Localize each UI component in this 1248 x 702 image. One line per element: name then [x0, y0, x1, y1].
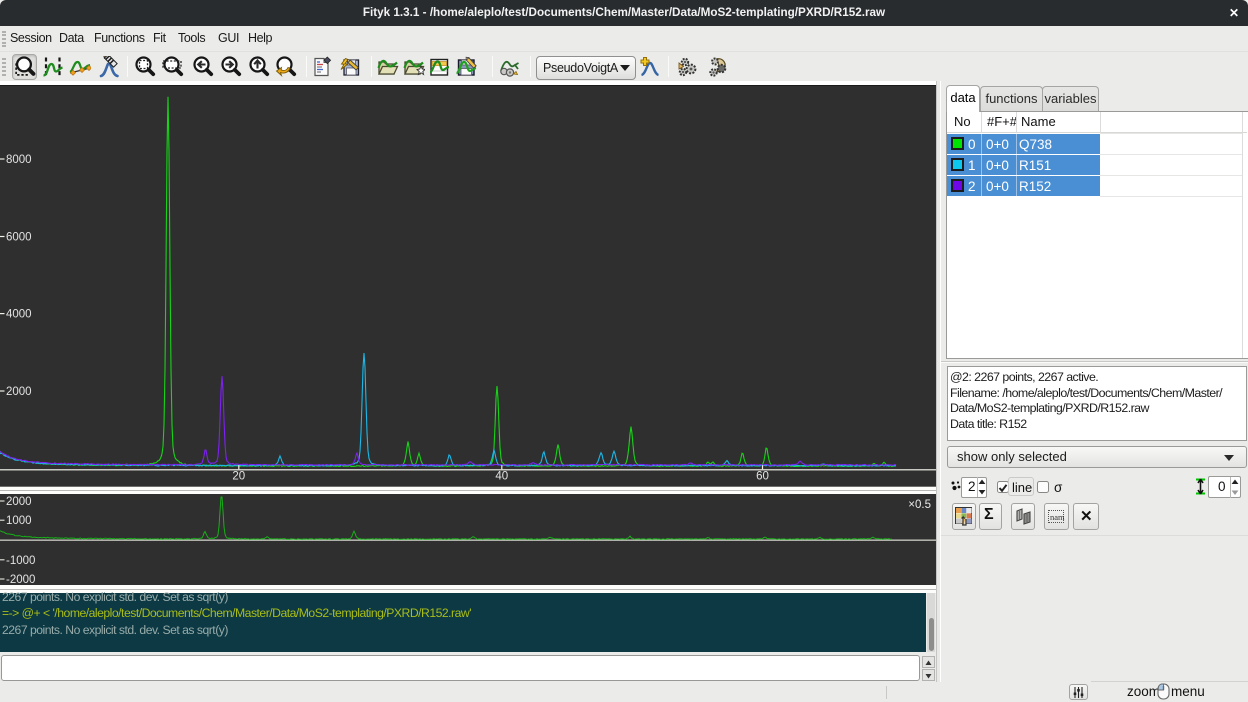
svg-text:8000: 8000 — [6, 154, 32, 166]
svg-text:2000: 2000 — [6, 386, 32, 398]
svg-text:20: 20 — [232, 471, 245, 483]
svg-text:1000: 1000 — [6, 515, 32, 527]
svg-text:-1000: -1000 — [6, 555, 35, 567]
svg-text:60: 60 — [756, 471, 769, 483]
svg-text:-2000: -2000 — [6, 574, 35, 585]
svg-text:2000: 2000 — [6, 496, 32, 508]
svg-text:40: 40 — [495, 471, 508, 483]
svg-text:6000: 6000 — [6, 232, 32, 244]
svg-text:4000: 4000 — [6, 309, 32, 321]
svg-text:×0.5: ×0.5 — [908, 499, 931, 511]
